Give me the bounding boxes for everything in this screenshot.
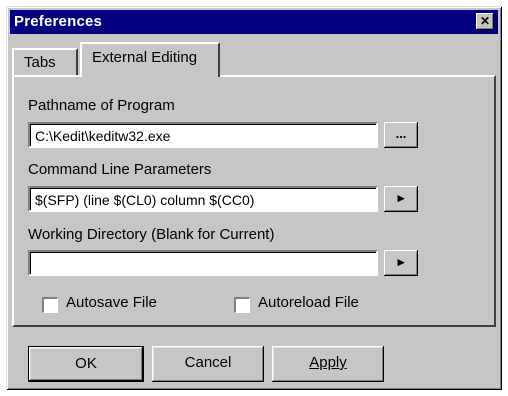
window-title: Preferences [14,13,103,30]
close-button[interactable]: ✕ [476,13,494,30]
apply-button[interactable]: Apply [272,346,384,382]
command-line-parameters-input[interactable]: $(SFP) (line $(CL0) column $(CC0) [28,186,378,212]
parameters-menu-button[interactable]: ▸ [384,186,418,212]
ok-button[interactable]: OK [28,346,144,382]
arrow-right-icon: ▸ [397,254,405,269]
browse-button[interactable]: ... [384,122,418,148]
autoreload-checkbox[interactable] [234,297,250,313]
autosave-label: Autosave File [66,294,157,311]
working-directory-input[interactable] [28,250,378,276]
program-path-input[interactable]: C:\Kedit\keditw32.exe [28,122,378,148]
arrow-right-icon: ▸ [397,190,405,205]
close-icon: ✕ [479,14,491,28]
title-bar[interactable]: Preferences ✕ [10,10,498,34]
ellipsis-icon: ... [395,126,407,141]
program-path-label: Pathname of Program [28,97,175,114]
tab-tabs[interactable]: Tabs [12,48,78,76]
tab-external-editing[interactable]: External Editing [80,42,220,77]
command-line-parameters-label: Command Line Parameters [28,161,212,178]
working-directory-label: Working Directory (Blank for Current) [28,226,275,243]
autoreload-label: Autoreload File [258,294,359,311]
autosave-checkbox[interactable] [42,297,58,313]
cancel-button[interactable]: Cancel [152,346,264,382]
working-directory-menu-button[interactable]: ▸ [384,250,418,276]
